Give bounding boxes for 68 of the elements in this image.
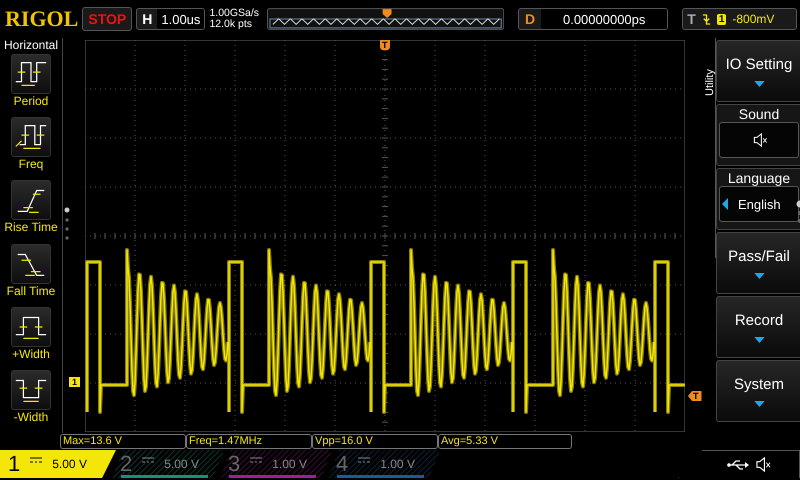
trigger-level: -800mV	[732, 12, 774, 26]
channel-number: 1	[8, 451, 20, 477]
channel-number: 2	[120, 451, 132, 477]
measure-button[interactable]	[11, 370, 51, 410]
language-selector[interactable]: English	[719, 186, 799, 222]
page-indicator-icon	[64, 207, 70, 241]
measure-label: Freq	[18, 157, 44, 172]
option-label: Language	[728, 170, 790, 186]
menu-button[interactable]: System	[716, 360, 800, 422]
measurement-readout: Vpp=16.0 V	[312, 434, 438, 449]
usb-icon	[726, 458, 748, 470]
dc-coupling-icon	[250, 457, 262, 463]
measure-label: Period	[14, 94, 48, 108]
sound-toggle[interactable]	[719, 122, 799, 158]
channel-scale: 5.00 V	[164, 457, 199, 471]
run-state-indicator[interactable]: STOP	[82, 7, 132, 31]
muted-speaker-icon	[752, 133, 768, 147]
channel-tab[interactable]: 2 5.00 V	[112, 450, 224, 478]
dc-coupling-icon	[142, 457, 154, 463]
measure-button[interactable]	[11, 117, 51, 158]
timebase-value: 1.00us	[157, 9, 204, 29]
caret-icon	[754, 80, 764, 86]
measure-button[interactable]	[11, 54, 51, 94]
measurement-readout: Freq=1.47MHz	[186, 434, 312, 449]
channel-tab[interactable]: 4 1.00 V	[328, 450, 440, 478]
delay-value: 0.00000000ps	[541, 9, 668, 29]
menu-title: Horizontal	[4, 38, 58, 54]
timebase-panel[interactable]: H 1.00us	[136, 8, 206, 30]
channel-tab[interactable]: 3 1.00 V	[220, 450, 332, 478]
channel-scale: 1.00 V	[380, 457, 415, 471]
dc-coupling-icon	[30, 457, 42, 463]
measure-button[interactable]	[11, 180, 51, 220]
dc-coupling-icon	[358, 457, 370, 463]
measure-button[interactable]	[11, 306, 51, 347]
channel-number: 4	[336, 451, 348, 477]
measure-label: -Width	[14, 410, 48, 424]
menu-button[interactable]: IO Setting	[716, 40, 800, 102]
trigger-panel[interactable]: T 1 -800mV	[682, 8, 797, 30]
muted-speaker-icon	[754, 457, 772, 472]
brand-logo: RIGOL	[5, 6, 78, 32]
caret-icon	[754, 272, 764, 278]
menu-button[interactable]: Pass/Fail	[716, 232, 800, 294]
trigger-position-marker[interactable]: T	[380, 40, 390, 50]
channel-scale: 5.00 V	[52, 457, 87, 471]
trigger-channel-badge: 1	[716, 14, 726, 24]
ground-marker[interactable]: 1	[69, 377, 80, 387]
measure-label: Fall Time	[6, 284, 56, 298]
memory-depth: 12.0k pts	[209, 19, 254, 30]
measurement-readout: Max=13.6 V	[60, 434, 186, 449]
measure-label: +Width	[12, 346, 50, 361]
caret-icon	[754, 400, 764, 406]
measurement-readout: Avg=5.33 V	[438, 434, 572, 449]
timebase-label: H	[141, 11, 154, 27]
measure-label: Rise Time	[4, 220, 58, 234]
delay-label: D	[524, 11, 536, 27]
trigger-level-marker[interactable]: T	[688, 391, 702, 401]
channel-number: 3	[228, 451, 240, 477]
caret-icon	[754, 336, 764, 342]
measure-button[interactable]	[11, 244, 51, 284]
menu-button[interactable]: Record	[716, 296, 800, 358]
sample-rate: 1.00GSa/s	[209, 8, 260, 19]
channel-scale: 1.00 V	[272, 457, 307, 471]
delay-panel[interactable]: D 0.00000000ps	[518, 8, 668, 30]
option-label: Sound	[738, 106, 780, 122]
left-caret-icon	[722, 198, 728, 210]
channel-tab[interactable]: 1 5.00 V	[0, 450, 116, 478]
falling-edge-icon	[702, 12, 711, 26]
trigger-label: T	[687, 11, 696, 27]
